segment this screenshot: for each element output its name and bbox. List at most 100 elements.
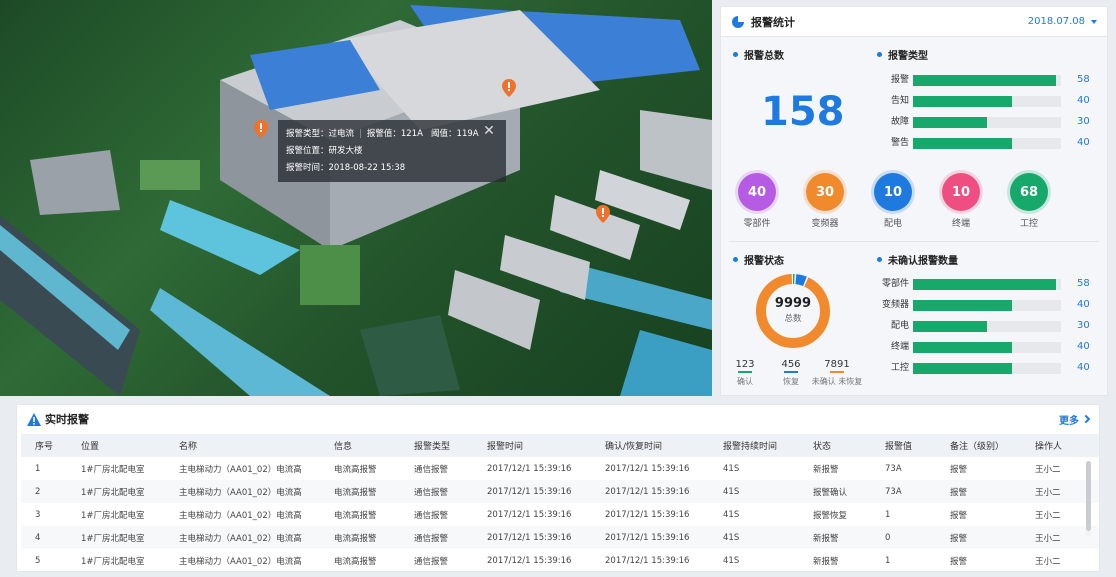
realtime-alarm-panel: 实时报警 更多 序号 位置 名称 信息 报警类型 报警时间 确认/恢复时间 报警持续时间 状态报… [16,404,1100,572]
table-cell: 2017/12/1 15:39:16 [605,555,690,566]
unconfirmed-section-title: 未确认报警数量 [877,252,958,267]
table-body: 1 1#厂房北配电室 主电梯动力（AA01_02）电流高 电流高报警 通信报警 2017/… [21,457,1099,572]
table-row[interactable]: 2 1#厂房北配电室 主电梯动力（AA01_02）电流高 电流高报警 通信报警 2017/… [21,480,1099,503]
category-item[interactable]: 68 工控 [999,173,1059,229]
status-section-title: 报警状态 [733,252,784,267]
popup-row-1: 报警类型：过电流 | 报警值：121A 阈值：119A [286,129,479,139]
scrollbar[interactable] [1086,461,1091,537]
unconfirmed-bar-label: 配电 [890,321,909,331]
table-cell: 1#厂房北配电室 [67,526,165,549]
table-cell: 通信报警 [414,510,449,521]
table-column-header[interactable]: 状态 [799,434,871,457]
campus-aerial-map[interactable]: 报警类型：过电流 | 报警值：121A 阈值：119A 报警位置：研发大楼 报警时间… [0,0,712,396]
unconfirmed-bar-fill [913,279,1057,290]
status-total: 9999 [774,296,812,311]
alarm-type-bar-value: 58 [1077,74,1090,85]
table-column-header[interactable]: 序号 [21,434,67,457]
bullet-icon [733,52,738,57]
unconfirmed-bar-fill [913,342,1012,353]
pie-chart-icon [732,15,744,28]
table-cell: 1 [35,463,41,474]
category-count-badge: 10 [942,173,980,211]
popup-threshold: 阈值：119A [431,129,479,139]
alarm-type-bar-label: 故障 [890,117,909,127]
table-cell: 电流高报警 [334,510,377,521]
table-cell: 2017/12/1 15:39:16 [473,480,591,503]
unconfirmed-bar-value: 40 [1077,341,1090,352]
alarm-type-bar-track [913,117,1061,128]
table-column-header[interactable]: 位置 [67,434,165,457]
table-column-header[interactable]: 报警时间 [473,434,591,457]
alarm-type-bar-fill [913,75,1057,86]
table-column-header[interactable]: 名称 [165,434,320,457]
table-cell: 1#厂房北配电室 [81,556,145,567]
table-cell: 1 [885,555,891,566]
category-item[interactable]: 10 终端 [931,173,991,229]
table-row[interactable]: 3 1#厂房北配电室 主电梯动力（AA01_02）电流高 电流高报警 通信报警 2017/… [21,503,1099,526]
unconfirmed-bar-label: 终端 [890,342,909,352]
close-icon[interactable]: ✕ [482,124,496,138]
popup-location: 报警位置：研发大楼 [286,146,363,156]
unconfirmed-bar-track [913,363,1061,374]
table-column-header[interactable]: 操作人 [1021,434,1099,457]
table-column-header[interactable]: 备注（级别） [936,434,1021,457]
popup-alarm-value: 报警值：121A [366,129,423,139]
alarm-type-bar-track [913,75,1061,86]
table-cell: 41S [723,463,740,474]
table-cell: 1#厂房北配电室 [67,480,165,503]
stats-title: 报警统计 [751,15,795,29]
popup-time: 报警时间：2018-08-22 15:38 [286,163,406,173]
table-column-header[interactable]: 确认/恢复时间 [591,434,709,457]
unconfirmed-bar-fill [913,300,1012,311]
table-cell: 1#厂房北配电室 [81,510,145,521]
table-cell: 2017/12/1 15:39:16 [591,480,709,503]
table-column-header[interactable]: 信息 [320,434,400,457]
table-cell: 通信报警 [400,480,473,503]
table-column-header[interactable]: 报警类型 [400,434,473,457]
alarm-type-bar-track [913,96,1061,107]
unconfirmed-bar-value: 30 [1077,320,1090,331]
alarm-type-bar-value: 40 [1077,95,1090,106]
category-label: 配电 [883,219,902,229]
donut-center: 9999 总数 [753,296,833,324]
table-cell: 2017/12/1 15:39:16 [473,526,591,549]
table-cell: 2017/12/1 15:39:16 [487,463,572,474]
table-column-header[interactable]: 报警值 [871,434,936,457]
category-item[interactable]: 40 零部件 [727,173,787,229]
unconfirmed-bar-label: 变频器 [881,300,909,310]
category-label: 工控 [1019,219,1038,229]
date-select[interactable]: 2018.07.08 [1028,16,1097,27]
table-cell: 主电梯动力（AA01_02）电流高 [179,464,302,475]
status-legend-label: 未确认 未恢复 [811,377,863,386]
table-row[interactable]: 5 1#厂房北配电室 主电梯动力（AA01_02）电流高 电流高报警 通信报警 2017/… [21,549,1099,572]
table-cell: 报警 [950,510,968,521]
scrollbar-thumb[interactable] [1086,461,1091,531]
table-cell: 电流高报警 [320,526,400,549]
table-row[interactable]: 4 1#厂房北配电室 主电梯动力（AA01_02）电流高 电流高报警 通信报警 2017/… [21,526,1099,549]
status-legend-swatch [738,371,752,373]
alarm-marker-icon[interactable] [502,79,516,97]
category-item[interactable]: 30 变频器 [795,173,855,229]
unconfirmed-bar-track [913,300,1061,311]
more-link[interactable]: 更多 [1059,412,1091,427]
alarm-popup: 报警类型：过电流 | 报警值：121A 阈值：119A 报警位置：研发大楼 报警时间… [278,120,506,182]
table-row[interactable]: 1 1#厂房北配电室 主电梯动力（AA01_02）电流高 电流高报警 通信报警 2017/… [21,457,1099,480]
table-cell: 报警 [936,480,1021,503]
table-column-header[interactable]: 报警持续时间 [709,434,799,457]
alarm-marker-icon[interactable] [254,120,268,138]
category-item[interactable]: 10 配电 [863,173,923,229]
unconfirmed-bar-fill [913,363,1012,374]
alarm-type-bar-row: 报警 58 [861,73,1101,87]
alarm-marker-icon[interactable] [596,205,610,223]
unconfirmed-bar-fill [913,321,987,332]
alarm-type-bar-row: 告知 40 [861,94,1101,108]
table-cell: 新报警 [813,464,839,475]
unconfirmed-bar-value: 40 [1077,362,1090,373]
alarm-title: 实时报警 [45,413,89,426]
alarm-table: 序号 位置 名称 信息 报警类型 报警时间 确认/恢复时间 报警持续时间 状态 报警值 备注（级别）… [21,434,1099,572]
status-legend-swatch [830,371,844,373]
category-count-badge: 30 [806,173,844,211]
table-cell: 2017/12/1 15:39:16 [605,509,690,520]
alarm-type-bar-label: 警告 [890,138,909,148]
table-cell: 通信报警 [400,526,473,549]
